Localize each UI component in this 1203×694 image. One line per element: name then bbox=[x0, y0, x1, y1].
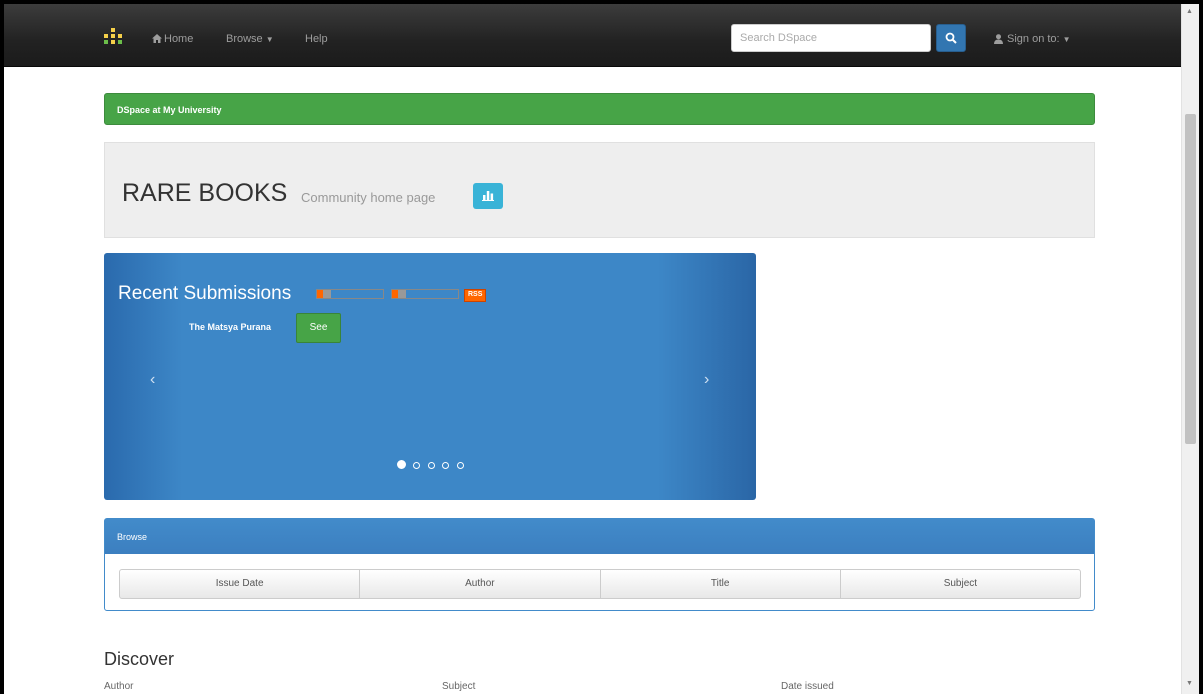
submission-title[interactable]: The Matsya Purana bbox=[189, 322, 271, 332]
search-icon bbox=[945, 32, 957, 44]
dspace-logo-icon[interactable] bbox=[104, 28, 122, 46]
recent-submissions-carousel: Recent Submissions RSS The Matsya Purana… bbox=[104, 253, 756, 500]
scroll-down-arrow-icon[interactable]: ▼ bbox=[1186, 680, 1193, 687]
carousel-dot[interactable] bbox=[442, 462, 450, 469]
community-header: RARE BOOKS Community home page bbox=[104, 142, 1095, 238]
discover-author-facet: Author bbox=[104, 681, 134, 692]
carousel-dot[interactable] bbox=[413, 462, 421, 469]
discover-heading: Discover bbox=[104, 649, 175, 669]
nav-home-link[interactable]: Home bbox=[152, 33, 193, 45]
browse-panel-header: Browse bbox=[105, 519, 1094, 554]
scroll-thumb[interactable] bbox=[1185, 114, 1196, 444]
discover-date-facet: Date issued bbox=[781, 681, 834, 692]
discover-subject-facet: Subject bbox=[442, 681, 476, 692]
nav-help-label: Help bbox=[305, 33, 328, 45]
breadcrumb-link[interactable]: DSpace at My University bbox=[117, 105, 222, 115]
feed-badge-stripe bbox=[398, 290, 406, 298]
browse-heading: Browse bbox=[117, 532, 148, 542]
carousel-next-icon[interactable]: › bbox=[704, 371, 709, 389]
browse-subject-button[interactable]: Subject bbox=[839, 569, 1081, 599]
page-title: RARE BOOKS bbox=[122, 179, 288, 207]
feed-badge-rss1[interactable] bbox=[316, 289, 384, 299]
recent-submissions-heading: Recent Submissions bbox=[118, 283, 292, 304]
feed-badge-stripe bbox=[323, 290, 331, 298]
breadcrumb: DSpace at My University bbox=[104, 93, 1095, 125]
browse-title-button[interactable]: Title bbox=[599, 569, 841, 599]
user-icon bbox=[994, 34, 1003, 45]
sign-on-label: Sign on to: bbox=[1007, 33, 1060, 45]
browse-panel: Browse Issue Date Author Title Subject bbox=[104, 518, 1095, 611]
scroll-up-arrow-icon[interactable]: ▲ bbox=[1186, 8, 1193, 15]
feed-badge-rss2[interactable] bbox=[391, 289, 459, 299]
bar-chart-icon bbox=[482, 191, 494, 201]
browse-author-button[interactable]: Author bbox=[359, 569, 601, 599]
nav-home-label: Home bbox=[164, 33, 194, 45]
carousel-indicators bbox=[397, 456, 467, 469]
sign-on-dropdown[interactable]: Sign on to: ▼ bbox=[994, 33, 1071, 45]
caret-down-icon: ▼ bbox=[265, 35, 274, 44]
nav-browse-dropdown[interactable]: Browse ▼ bbox=[226, 33, 274, 45]
carousel-prev-icon[interactable]: ‹ bbox=[150, 371, 155, 389]
page-scrollbar[interactable]: ▲ ▼ bbox=[1181, 4, 1199, 694]
browse-button-group: Issue Date Author Title Subject bbox=[119, 569, 1081, 599]
statistics-button[interactable] bbox=[473, 183, 503, 209]
caret-down-icon: ▼ bbox=[1062, 35, 1071, 44]
page-subtitle: Community home page bbox=[301, 190, 436, 205]
nav-browse-label: Browse bbox=[226, 33, 263, 45]
search-button[interactable] bbox=[936, 24, 966, 52]
see-button[interactable]: See bbox=[296, 313, 341, 343]
carousel-dot[interactable] bbox=[456, 462, 464, 469]
carousel-dot[interactable] bbox=[397, 460, 406, 469]
nav-help-link[interactable]: Help bbox=[305, 33, 328, 45]
search-input[interactable] bbox=[731, 24, 931, 52]
home-icon bbox=[152, 34, 162, 43]
top-navbar: Home Browse▼ Help Sign on to:▼ bbox=[4, 4, 1181, 67]
browse-issue-date-button[interactable]: Issue Date bbox=[119, 569, 361, 599]
browser-viewport: Home Browse▼ Help Sign on to:▼ ▲ ▼ bbox=[4, 4, 1199, 694]
carousel-dot[interactable] bbox=[427, 462, 435, 469]
rss-feed-button[interactable]: RSS bbox=[464, 289, 487, 302]
